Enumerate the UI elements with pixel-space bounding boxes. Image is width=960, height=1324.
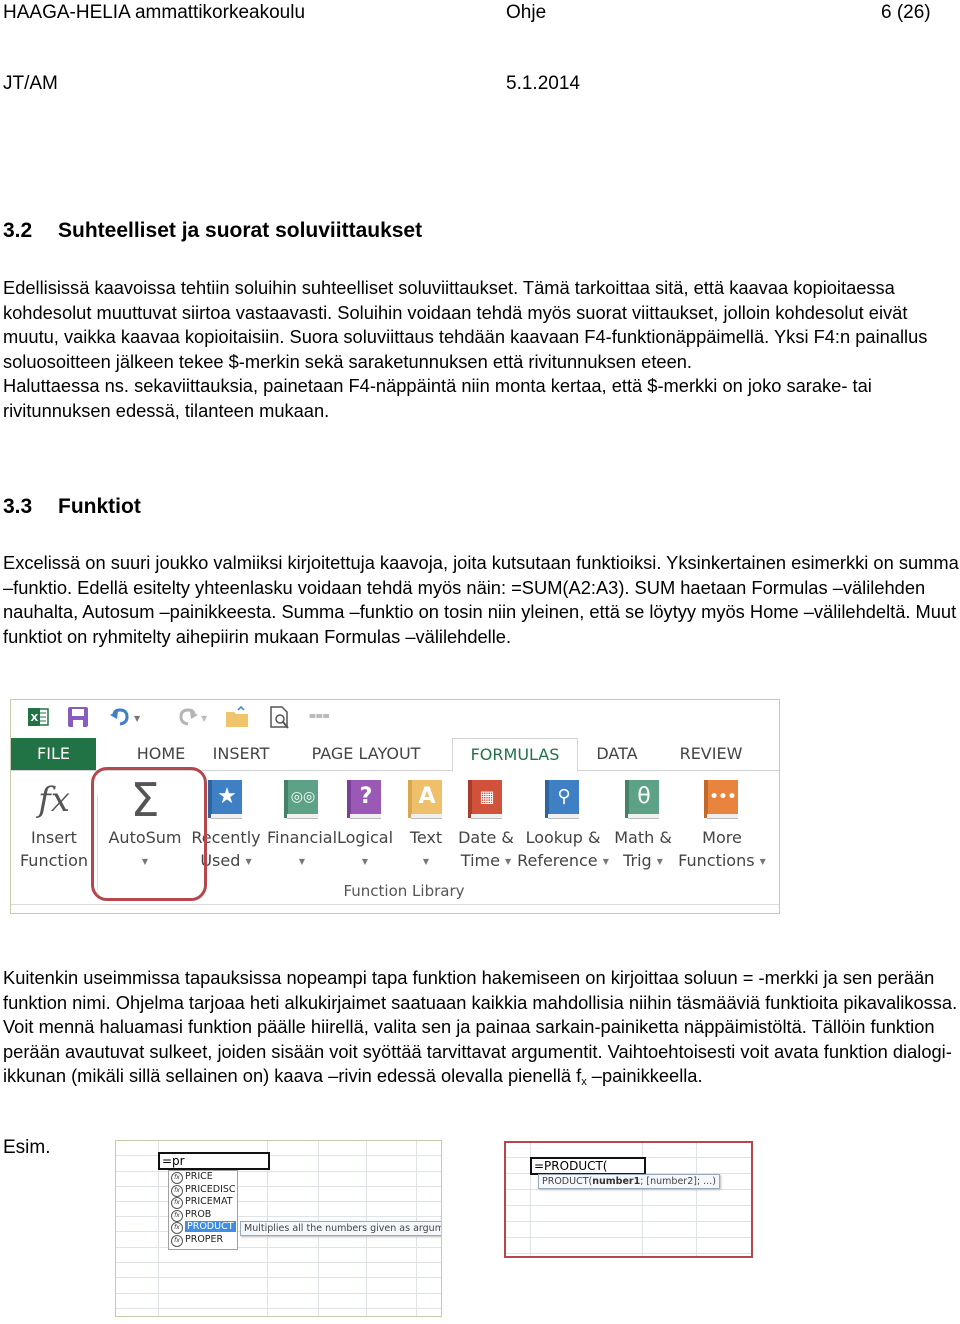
- autosum-highlight-annotation: [91, 767, 207, 901]
- paragraph: Haluttaessa ns. sekaviittauksia, paineta…: [3, 375, 872, 421]
- autocomplete-item[interactable]: fx PROPER: [169, 1234, 237, 1247]
- text-book-icon: A: [408, 780, 444, 820]
- section-heading-3-2: 3.2 Suhteelliset ja suorat soluviittaukse…: [3, 219, 422, 243]
- calendar-book-icon: ▦: [468, 780, 504, 820]
- redo-icon[interactable]: [177, 706, 199, 728]
- save-icon[interactable]: [67, 706, 89, 728]
- button-label: Insert: [31, 828, 77, 847]
- customize-qat-icon[interactable]: ⩶: [309, 708, 330, 723]
- function-icon: fx: [171, 1184, 183, 1197]
- tab-formulas[interactable]: FORMULAS: [452, 738, 578, 772]
- star-book-icon: ★: [208, 780, 244, 820]
- function-icon: fx: [171, 1209, 183, 1222]
- date-time-button[interactable]: ▦ Date & Time ▼: [455, 780, 517, 873]
- undo-dropdown-icon[interactable]: ▼: [134, 714, 140, 723]
- autocomplete-item[interactable]: fx PROB: [169, 1209, 237, 1222]
- financial-button[interactable]: ◎◎ Financial ▼: [261, 780, 343, 873]
- button-label: Function: [19, 851, 89, 870]
- magnifier-book-icon: ⚲: [545, 780, 581, 820]
- excel-logo-icon[interactable]: X: [27, 706, 49, 728]
- logical-button[interactable]: ? Logical ▼: [333, 780, 397, 873]
- autocomplete-item[interactable]: fx PRICEDISC: [169, 1184, 237, 1197]
- text-button[interactable]: A Text ▼: [401, 780, 451, 873]
- tab-review[interactable]: REVIEW: [673, 738, 749, 770]
- header-date: 5.1.2014: [506, 73, 580, 94]
- paragraph: Kuitenkin useimmissa tapauksissa nopeamp…: [3, 967, 958, 1088]
- autocomplete-item[interactable]: fx PRICEMAT: [169, 1196, 237, 1210]
- autocomplete-list: fx PRICE fx PRICEDISC fx PRICEMAT fx PROB fx…: [168, 1170, 238, 1250]
- section-3-3-body: Excelissä on suuri joukko valmiiksi kirj…: [3, 551, 960, 649]
- button-label: Text: [409, 828, 443, 847]
- more-functions-button[interactable]: ••• More Functions ▼: [675, 780, 769, 873]
- math-trig-button[interactable]: θ Math & Trig ▼: [611, 780, 675, 873]
- undo-icon[interactable]: [109, 706, 131, 728]
- function-icon: fx: [171, 1222, 183, 1235]
- dropdown-arrow-icon: ▼: [298, 857, 306, 866]
- button-label: Lookup &: [525, 828, 601, 847]
- svg-text:X: X: [31, 713, 39, 724]
- header-organization: HAAGA-HELIA ammattikorkeakoulu: [3, 2, 306, 23]
- dropdown-arrow-icon: ▼: [361, 857, 369, 866]
- header-doc-type: Ohje: [506, 2, 547, 23]
- dropdown-arrow-icon: ▼: [245, 857, 252, 866]
- coins-book-icon: ◎◎: [284, 780, 320, 820]
- cell-input[interactable]: =pr: [158, 1152, 270, 1170]
- function-icon: fx: [171, 1234, 183, 1247]
- function-icon: fx: [171, 1197, 183, 1210]
- tab-home[interactable]: HOME: [111, 738, 211, 770]
- button-label: Date &: [458, 828, 514, 847]
- section-3-2-body: Edellisissä kaavoissa tehtiin soluihin s…: [3, 276, 960, 423]
- tab-insert[interactable]: INSERT: [206, 738, 276, 770]
- button-label: More: [702, 828, 742, 847]
- theta-book-icon: θ: [625, 780, 661, 820]
- tab-data[interactable]: DATA: [587, 738, 647, 770]
- dropdown-arrow-icon: ▼: [602, 857, 609, 866]
- header-author: JT/AM: [3, 73, 58, 94]
- function-icon: fx: [171, 1172, 183, 1184]
- ribbon-bottom-border: [11, 904, 779, 905]
- button-label: Trig: [623, 851, 652, 870]
- section-number: 3.3: [3, 495, 33, 518]
- dropdown-arrow-icon: ▼: [505, 857, 512, 866]
- button-label: Functions: [678, 851, 755, 870]
- paragraph: Edellisissä kaavoissa tehtiin soluihin s…: [3, 277, 928, 372]
- excel-autocomplete-screenshot: =pr fx PRICE fx PRICEDISC fx PRICEMAT fx PRO…: [115, 1140, 442, 1317]
- question-book-icon: ?: [347, 780, 383, 820]
- paragraph: Excelissä on suuri joukko valmiiksi kirj…: [3, 552, 959, 647]
- button-label: Math &: [614, 828, 672, 847]
- quick-access-toolbar: X ▼ ▼ ⩶: [11, 700, 779, 736]
- lookup-reference-button[interactable]: ⚲ Lookup & Reference ▼: [517, 780, 609, 873]
- button-label: Time: [460, 851, 500, 870]
- insert-function-button[interactable]: fx Insert Function: [15, 780, 93, 872]
- function-description-tooltip: Multiplies all the numbers given as argu…: [240, 1221, 441, 1236]
- fx-icon: fx: [38, 780, 70, 820]
- section-title: Funktiot: [58, 495, 141, 518]
- dropdown-arrow-icon: ▼: [759, 857, 766, 866]
- autocomplete-item-selected[interactable]: fx PRODUCT: [169, 1221, 237, 1235]
- section-heading-3-3: 3.3 Funktiot: [3, 495, 141, 519]
- section-3-3-body-2: Kuitenkin useimmissa tapauksissa nopeamp…: [3, 966, 960, 1089]
- button-label: Reference: [517, 851, 598, 870]
- header-page-number: 6 (26): [881, 2, 931, 23]
- tab-page-layout[interactable]: PAGE LAYOUT: [301, 738, 431, 770]
- redo-dropdown-icon[interactable]: ▼: [201, 714, 207, 723]
- function-argument-tooltip: PRODUCT(number1; [number2]; ...): [538, 1174, 720, 1189]
- open-folder-icon[interactable]: [225, 706, 249, 728]
- excel-ribbon-screenshot: X ▼ ▼ ⩶ FILE HOME INSERT PAGE LAYOUT FOR…: [10, 699, 780, 914]
- more-book-icon: •••: [704, 780, 740, 820]
- dropdown-arrow-icon: ▼: [422, 857, 430, 866]
- autocomplete-item[interactable]: fx PRICE: [169, 1171, 237, 1184]
- button-label: Financial: [266, 828, 338, 847]
- excel-argument-tip-screenshot: =PRODUCT( PRODUCT(number1; [number2]; ..…: [504, 1141, 753, 1258]
- dropdown-arrow-icon: ▼: [656, 857, 663, 866]
- print-preview-icon[interactable]: [269, 706, 291, 730]
- tab-file[interactable]: FILE: [11, 738, 96, 770]
- section-title: Suhteelliset ja suorat soluviittaukset: [58, 219, 423, 242]
- section-number: 3.2: [3, 219, 33, 242]
- button-label: Logical: [336, 828, 394, 847]
- example-label: Esim.: [3, 1137, 51, 1158]
- cell-input[interactable]: =PRODUCT(: [530, 1157, 646, 1175]
